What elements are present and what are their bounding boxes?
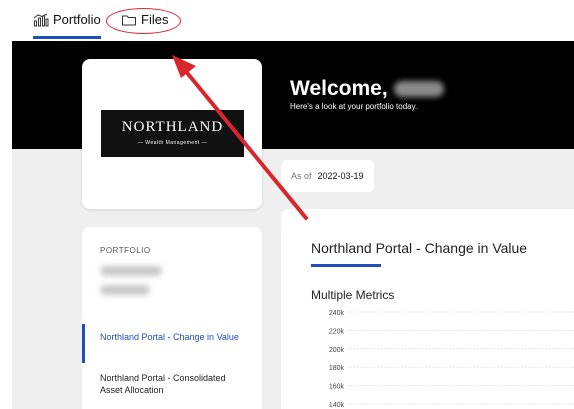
hero-subtitle: Here's a look at your portfolio today. [290,102,418,111]
title-underline [311,264,381,267]
welcome-text: Welcome, [290,77,388,100]
chart-grid-icon [33,13,49,27]
y-tick-label: 140k [329,402,345,409]
redacted-portfolio-name-line-2 [100,285,150,295]
y-tick-label: 180k [329,365,345,372]
as-of-date-pill: As of 2022-03-19 [281,160,374,192]
active-tab-indicator [33,36,101,39]
redacted-portfolio-name-line-1 [100,266,162,276]
logo-main-text: NORTHLAND [121,119,224,135]
y-tick-label: 160k [329,384,345,391]
page-title: Northland Portal - Change in Value [311,240,528,256]
sidebar-active-indicator [82,324,85,363]
sidebar-item-change-in-value[interactable]: Northland Portal - Change in Value [100,331,250,343]
as-of-date: 2022-03-19 [317,171,364,181]
redacted-user-name [393,81,444,98]
y-tick-label: 200k [329,347,345,354]
sidebar-item-consolidated-asset-allocation[interactable]: Northland Portal - Consolidated Asset Al… [100,372,250,396]
tab-files[interactable]: Files [121,12,168,27]
tab-files-label: Files [141,12,169,27]
northland-logo: NORTHLAND — Wealth Management — [101,110,244,157]
sidebar-heading: PORTFOLIO [100,246,151,255]
multiple-metrics-chart: 240k 220k 200k 180k 160k 140k [329,310,574,409]
top-tab-bar: Portfolio Files [0,0,574,41]
welcome-heading: Welcome, [290,77,444,101]
logo-sub-text: — Wealth Management — [137,140,208,146]
tab-portfolio[interactable]: Portfolio [33,12,101,27]
y-tick-label: 240k [329,310,345,317]
chart-title: Multiple Metrics [311,288,395,302]
y-tick-label: 220k [329,328,345,335]
tab-portfolio-label: Portfolio [53,12,101,27]
as-of-label: As of [291,171,312,181]
folder-icon [121,13,137,27]
